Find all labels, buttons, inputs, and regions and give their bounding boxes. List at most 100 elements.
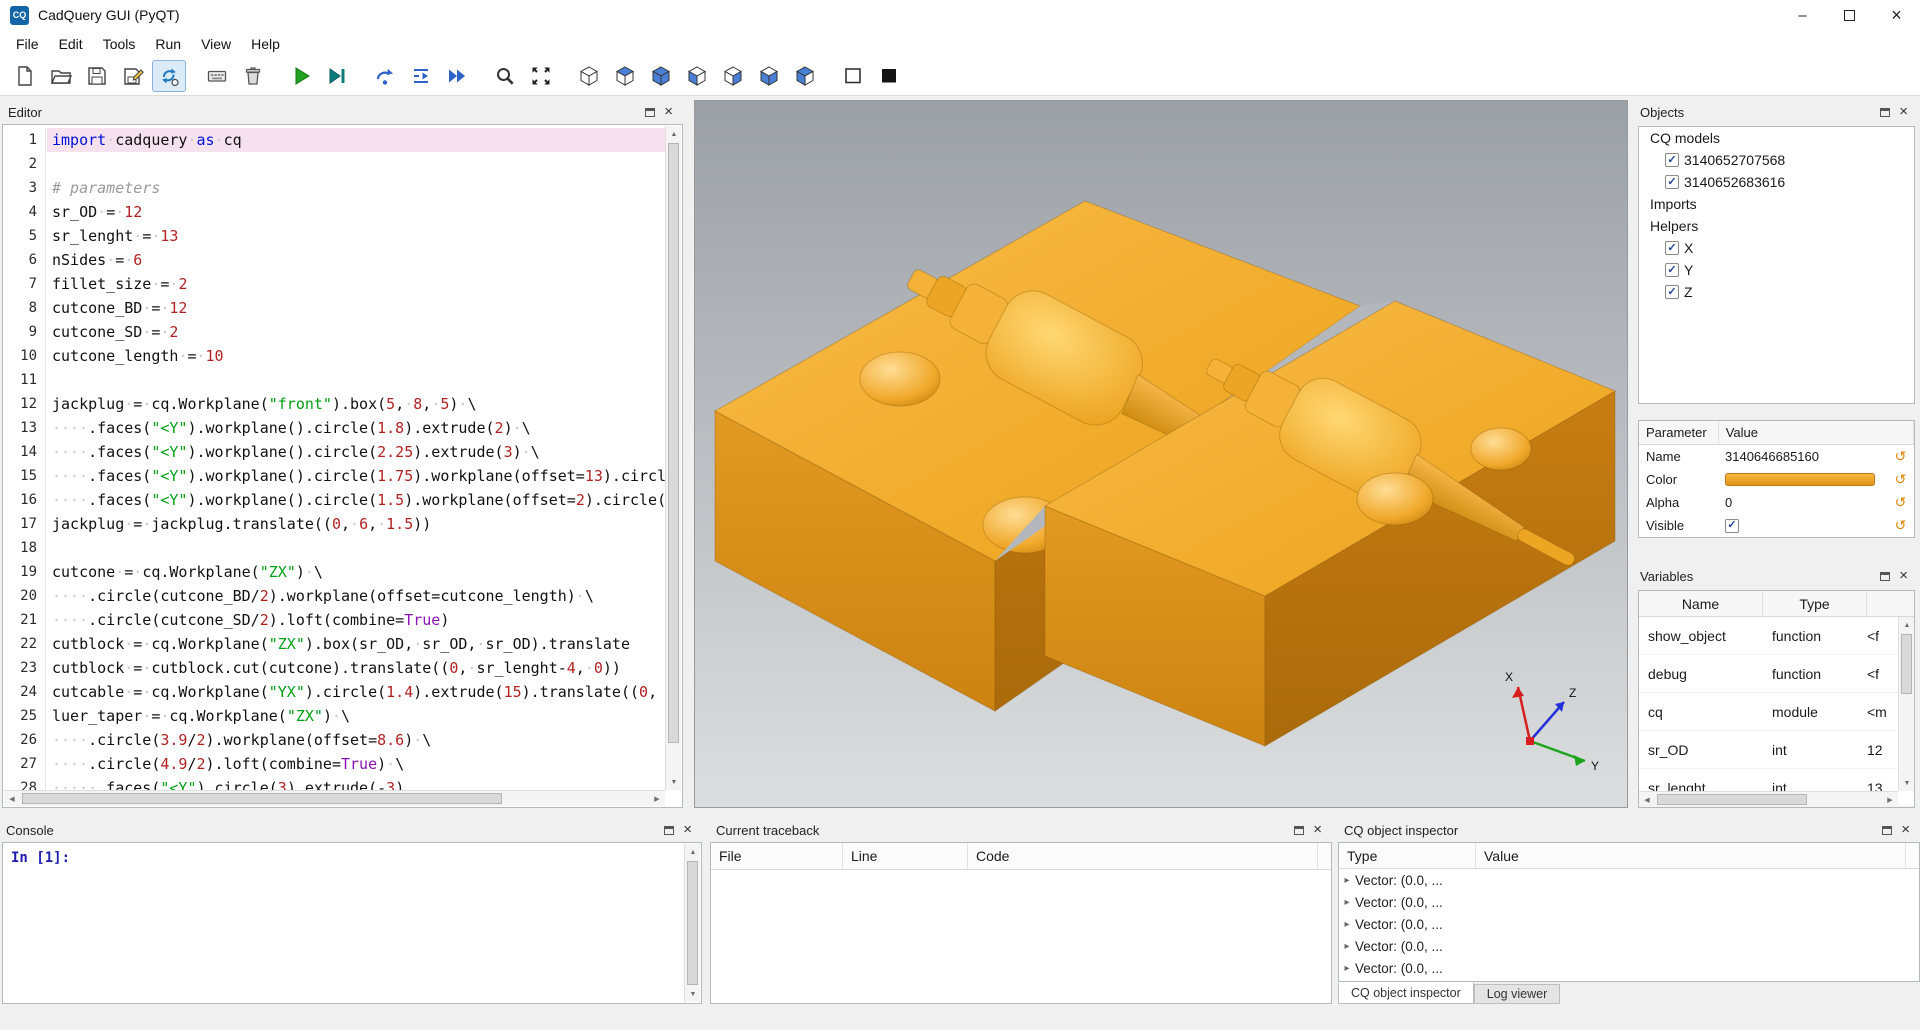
tree-item-y[interactable]: ✓Y [1639, 259, 1914, 281]
3d-scene[interactable]: X Z Y [695, 101, 1628, 808]
tree-item-x[interactable]: ✓X [1639, 237, 1914, 259]
menu-item-help[interactable]: Help [241, 32, 290, 56]
scrollbar-thumb[interactable] [668, 143, 679, 743]
inspector-row-3[interactable]: ▸Vector: (0.0, ... [1339, 913, 1919, 935]
parameter-value[interactable]: 0 [1719, 491, 1887, 514]
code-line-11[interactable] [47, 368, 665, 392]
float-panel-icon[interactable] [1294, 826, 1304, 835]
maximize-button[interactable] [1826, 0, 1873, 30]
code-line-17[interactable]: jackplug·=·jackplug.translate((0,·6,·1.5… [47, 512, 665, 536]
step-icon[interactable] [368, 60, 402, 92]
color-swatch[interactable] [1725, 473, 1875, 486]
traceback-header-line[interactable]: Line [843, 843, 968, 869]
code-line-18[interactable] [47, 536, 665, 560]
scrollbar-thumb[interactable] [22, 793, 502, 804]
expand-arrow-icon[interactable]: ▸ [1339, 963, 1355, 974]
float-panel-icon[interactable] [1882, 826, 1892, 835]
view-bottom-icon[interactable] [752, 60, 786, 92]
menu-item-file[interactable]: File [6, 32, 49, 56]
menu-item-tools[interactable]: Tools [93, 32, 146, 56]
variables-header-name[interactable]: Name [1639, 591, 1763, 616]
scroll-right-icon[interactable]: ▶ [649, 791, 665, 807]
code-line-16[interactable]: ····.faces("<Y").workplane().circle(1.5)… [47, 488, 665, 512]
code-line-26[interactable]: ····.circle(3.9/2).workplane(offset=8.6)… [47, 728, 665, 752]
tree-item-checkbox[interactable]: ✓ [1665, 263, 1679, 277]
code-line-7[interactable]: fillet_size·=·2 [47, 272, 665, 296]
traceback-table-header[interactable]: FileLineCode [711, 843, 1331, 870]
variables-horizontal-scrollbar[interactable]: ◀ ▶ [1639, 791, 1898, 807]
shaded-mode-icon[interactable] [872, 60, 906, 92]
code-line-3[interactable]: # parameters [47, 176, 665, 200]
wireframe-mode-icon[interactable] [836, 60, 870, 92]
clear-console-icon[interactable] [200, 60, 234, 92]
console-vertical-scrollbar[interactable]: ▲ ▼ [684, 844, 700, 1002]
code-line-6[interactable]: nSides·=·6 [47, 248, 665, 272]
code-line-24[interactable]: cutcable·=·cq.Workplane("YX").circle(1.4… [47, 680, 665, 704]
objects-tree[interactable]: CQ models✓3140652707568✓3140652683616Imp… [1638, 126, 1915, 404]
code-line-19[interactable]: cutcone·=·cq.Workplane("ZX")·\ [47, 560, 665, 584]
scroll-up-icon[interactable]: ▲ [685, 844, 701, 860]
code-line-20[interactable]: ····.circle(cutcone_BD/2).workplane(offs… [47, 584, 665, 608]
tree-item-checkbox[interactable]: ✓ [1665, 153, 1679, 167]
parameter-value[interactable]: 3140646685160 [1719, 445, 1887, 468]
scrollbar-thumb[interactable] [687, 861, 698, 985]
scroll-right-icon[interactable]: ▶ [1882, 792, 1898, 808]
close-panel-icon[interactable]: × [683, 825, 692, 835]
parameter-value[interactable] [1719, 468, 1887, 491]
view-right-icon[interactable] [716, 60, 750, 92]
close-panel-icon[interactable]: × [1899, 107, 1908, 117]
code-line-28[interactable]: ·····.faces("<Y").circle(3).extrude(-3) [47, 776, 665, 790]
inspector-header-type[interactable]: Type [1339, 843, 1476, 868]
float-panel-icon[interactable] [645, 108, 655, 117]
inspector-row-4[interactable]: ▸Vector: (0.0, ... [1339, 935, 1919, 957]
tree-item-checkbox[interactable]: ✓ [1665, 285, 1679, 299]
close-panel-icon[interactable]: × [1901, 825, 1910, 835]
close-panel-icon[interactable]: × [664, 107, 673, 117]
tree-item-3140652683616[interactable]: ✓3140652683616 [1639, 171, 1914, 193]
menu-item-run[interactable]: Run [145, 32, 191, 56]
scrollbar-thumb[interactable] [1657, 794, 1807, 805]
reset-parameter-button[interactable]: ↺ [1887, 468, 1914, 491]
view-left-icon[interactable] [680, 60, 714, 92]
code-line-13[interactable]: ····.faces("<Y").workplane().circle(1.8)… [47, 416, 665, 440]
variables-vertical-scrollbar[interactable]: ▲ ▼ [1898, 617, 1914, 791]
tree-item-z[interactable]: ✓Z [1639, 281, 1914, 303]
tree-item-helpers[interactable]: Helpers [1639, 215, 1914, 237]
render-icon[interactable] [284, 60, 318, 92]
scrollbar-thumb[interactable] [1901, 634, 1912, 694]
editor-vertical-scrollbar[interactable]: ▲ ▼ [665, 126, 681, 790]
continue-icon[interactable] [440, 60, 474, 92]
view-iso-icon[interactable] [572, 60, 606, 92]
variables-table-header[interactable]: NameType [1639, 591, 1914, 617]
inspector-row-2[interactable]: ▸Vector: (0.0, ... [1339, 891, 1919, 913]
reset-parameter-button[interactable]: ↺ [1887, 445, 1914, 468]
variable-row-debug[interactable]: debugfunction<f [1639, 655, 1914, 693]
close-panel-icon[interactable]: × [1899, 571, 1908, 581]
autoreload-icon[interactable] [152, 60, 186, 92]
code-line-27[interactable]: ····.circle(4.9/2).loft(combine=True)·\ [47, 752, 665, 776]
code-line-4[interactable]: sr_OD·=·12 [47, 200, 665, 224]
inspector-row-5[interactable]: ▸Vector: (0.0, ... [1339, 957, 1919, 979]
inspector-header-value[interactable]: Value [1476, 843, 1906, 868]
code-lines[interactable]: import·cadquery·as·cq# parameterssr_OD·=… [47, 128, 665, 790]
tab-cq-object-inspector[interactable]: CQ object inspector [1338, 982, 1474, 1004]
scroll-left-icon[interactable]: ◀ [4, 791, 20, 807]
menu-item-edit[interactable]: Edit [49, 32, 93, 56]
code-line-2[interactable] [47, 152, 665, 176]
code-line-9[interactable]: cutcone_SD·=·2 [47, 320, 665, 344]
variable-row-sr_OD[interactable]: sr_ODint12 [1639, 731, 1914, 769]
scroll-left-icon[interactable]: ◀ [1639, 792, 1655, 808]
inspector-table-header[interactable]: TypeValue [1339, 843, 1919, 869]
tree-item-checkbox[interactable]: ✓ [1665, 175, 1679, 189]
variables-header-type[interactable]: Type [1763, 591, 1867, 616]
view-top-icon[interactable] [608, 60, 642, 92]
expand-arrow-icon[interactable]: ▸ [1339, 919, 1355, 930]
code-line-14[interactable]: ····.faces("<Y").workplane().circle(2.25… [47, 440, 665, 464]
tab-log-viewer[interactable]: Log viewer [1474, 984, 1560, 1004]
code-editor[interactable]: 1234567891011121314151617181920212223242… [2, 124, 683, 808]
parameter-value[interactable]: ✓ [1719, 514, 1887, 537]
code-line-12[interactable]: jackplug·=·cq.Workplane("front").box(5,·… [47, 392, 665, 416]
3d-viewport[interactable]: X Z Y [694, 100, 1628, 808]
float-panel-icon[interactable] [664, 826, 674, 835]
close-panel-icon[interactable]: × [1313, 825, 1322, 835]
